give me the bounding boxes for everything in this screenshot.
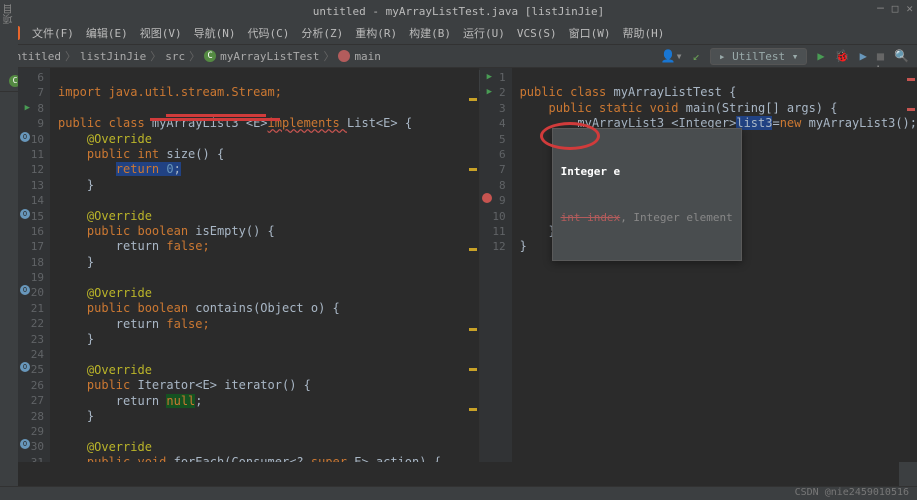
menu-build[interactable]: 构建(B) xyxy=(405,23,455,43)
menu-vcs[interactable]: VCS(S) xyxy=(513,25,561,42)
right-code-area[interactable]: public class myArrayListTest { public st… xyxy=(512,68,917,462)
bc-folder[interactable]: listJinJie xyxy=(80,50,146,63)
debug-icon[interactable]: 🐞 xyxy=(835,49,850,63)
breadcrumb: untitled〉 listJinJie〉 src〉 C myArrayList… xyxy=(8,48,381,64)
override-icon[interactable]: O xyxy=(20,132,30,142)
override-icon[interactable]: O xyxy=(20,209,30,219)
build-icon[interactable]: ↙ xyxy=(693,49,700,63)
bc-src[interactable]: src xyxy=(165,50,185,63)
run-gutter-icon[interactable]: ▶ xyxy=(482,85,492,95)
red-underline-annotation xyxy=(166,114,266,117)
override-icon[interactable]: O xyxy=(20,439,30,449)
menu-file[interactable]: 文件(F) xyxy=(28,23,78,43)
editor-pane-left: CmyArrayList3.java× CmyArrayListTest.jav… xyxy=(0,68,480,462)
editor-pane-right: CmyArrayListTest.java× ●2 ^ ⋮ 1▶ 2▶ 3456… xyxy=(480,68,917,462)
error-gutter-icon[interactable] xyxy=(482,193,492,203)
watermark-text: CSDN @nie2459010516 xyxy=(795,487,909,498)
coverage-icon[interactable]: ▶ xyxy=(860,49,867,63)
bottom-toolbar xyxy=(0,486,917,500)
right-gutter: 1▶ 2▶ 3456 78 9 101112 xyxy=(480,68,512,462)
menu-edit[interactable]: 编辑(E) xyxy=(82,23,132,43)
menu-navigate[interactable]: 导航(N) xyxy=(190,23,240,43)
left-gutter: 67 8▶ 9 10O 11121314 15O 16171819 20O 21… xyxy=(18,68,50,462)
run-config-dropdown[interactable]: ▸ UtilTest ▾ xyxy=(710,48,807,65)
run-gutter-icon[interactable]: ▶ xyxy=(20,101,30,111)
run-gutter-icon[interactable]: ▶ xyxy=(482,70,492,80)
main-menubar: 文件(F) 编辑(E) 视图(V) 导航(N) 代码(C) 分析(Z) 重构(R… xyxy=(0,22,917,44)
bc-method[interactable]: main xyxy=(354,50,381,63)
menu-analyze[interactable]: 分析(Z) xyxy=(297,23,347,43)
project-tool-button[interactable]: 项目 xyxy=(2,4,17,24)
left-code-area[interactable]: import java.util.stream.Stream; public c… xyxy=(50,68,479,462)
menu-window[interactable]: 窗口(W) xyxy=(565,23,615,43)
window-title: untitled - myArrayListTest.java [listJin… xyxy=(313,5,604,18)
menu-view[interactable]: 视图(V) xyxy=(136,23,186,43)
search-icon[interactable]: 🔍 xyxy=(894,49,909,63)
add-config-icon[interactable]: 👤▾ xyxy=(661,49,683,63)
minimize-icon[interactable]: ─ xyxy=(877,2,884,15)
maximize-icon[interactable]: □ xyxy=(892,2,899,15)
window-titlebar: untitled - myArrayListTest.java [listJin… xyxy=(0,0,917,22)
override-icon[interactable]: O xyxy=(20,362,30,372)
param-signature-active: Integer e xyxy=(561,164,733,179)
run-icon[interactable]: ▶ xyxy=(817,49,824,63)
navigation-toolbar: untitled〉 listJinJie〉 src〉 C myArrayList… xyxy=(0,44,917,68)
stop-icon[interactable]: ■ xyxy=(877,49,884,63)
red-underline-annotation xyxy=(150,118,280,121)
menu-run[interactable]: 运行(U) xyxy=(459,23,509,43)
left-marker-bar[interactable] xyxy=(467,68,477,462)
menu-code[interactable]: 代码(C) xyxy=(244,23,294,43)
close-icon[interactable]: ✕ xyxy=(906,2,913,15)
class-icon: C xyxy=(204,50,216,62)
menu-refactor[interactable]: 重构(R) xyxy=(351,23,401,43)
method-icon xyxy=(338,50,350,62)
right-marker-bar[interactable] xyxy=(905,68,915,462)
menu-help[interactable]: 帮助(H) xyxy=(619,23,669,43)
param-signature-alt: int index, Integer element xyxy=(561,210,733,225)
bc-class[interactable]: myArrayListTest xyxy=(220,50,319,63)
override-icon[interactable]: O xyxy=(20,285,30,295)
red-circle-annotation xyxy=(540,122,600,150)
